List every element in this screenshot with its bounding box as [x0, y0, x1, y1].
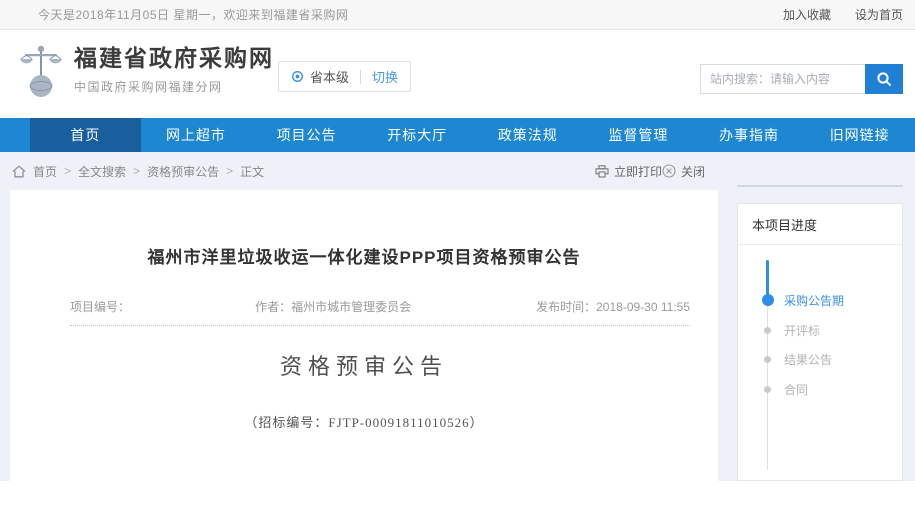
switch-region-link[interactable]: 切换	[372, 67, 398, 86]
project-number-label: 项目编号：	[70, 298, 130, 315]
bid-number-line: （招标编号：FJTP-00091811010526）	[10, 412, 718, 431]
nav-item-home[interactable]: 首页	[30, 118, 141, 152]
nav-item-policies[interactable]: 政策法规	[473, 118, 584, 152]
document-heading: 资格预审公告	[10, 352, 718, 382]
article-meta: 项目编号： 作者：福州市城市管理委员会 发布时间：2018-09-30 11:5…	[70, 298, 690, 326]
search-icon	[876, 71, 893, 88]
publish-time: 发布时间：2018-09-30 11:55	[536, 298, 690, 315]
search-input[interactable]	[700, 64, 865, 94]
breadcrumb-prequalification[interactable]: 资格预审公告	[147, 163, 219, 180]
add-favorite-link[interactable]: 加入收藏	[783, 6, 831, 23]
progress-step-bid-evaluation: 开评标	[738, 322, 902, 338]
content-zone: 首页 > 全文搜索 > 资格预审公告 > 正文 立即打印	[0, 152, 915, 481]
breadcrumb-fulltext-search[interactable]: 全文搜索	[78, 163, 126, 180]
breadcrumb-current: 正文	[240, 163, 264, 180]
step-dot-icon	[764, 327, 771, 334]
step-dot-icon	[762, 294, 774, 306]
printer-icon	[595, 165, 609, 178]
breadcrumb-separator: >	[133, 164, 140, 178]
step-dot-icon	[764, 386, 771, 393]
home-icon	[12, 165, 26, 178]
print-label: 立即打印	[614, 163, 662, 180]
site-search	[700, 64, 903, 94]
breadcrumb-home[interactable]: 首页	[33, 163, 57, 180]
sidebar-divider	[737, 185, 903, 187]
step-label: 开评标	[784, 322, 820, 339]
step-label: 合同	[784, 381, 808, 398]
set-homepage-link[interactable]: 设为首页	[855, 6, 903, 23]
topbar-links: 加入收藏 设为首页	[783, 6, 903, 23]
progress-panel: 本项目进度 采购公告期 开评标 结果公告 合同	[737, 203, 903, 481]
close-button[interactable]: 关闭	[662, 152, 705, 190]
nav-item-bid-opening-hall[interactable]: 开标大厅	[362, 118, 473, 152]
article-author: 作者：福州市城市管理委员会	[255, 298, 411, 315]
nav-item-old-site-link[interactable]: 旧网链接	[804, 118, 915, 152]
progress-panel-title: 本项目进度	[738, 204, 902, 245]
progress-step-contract: 合同	[738, 381, 902, 397]
page: 今天是2018年11月05日 星期一，欢迎来到福建省采购网 加入收藏 设为首页	[0, 0, 915, 519]
close-label: 关闭	[681, 163, 705, 180]
nav-item-service-guide[interactable]: 办事指南	[694, 118, 805, 152]
site-logo-link[interactable]: 福建省政府采购网 中国政府采购网福建分网	[18, 43, 274, 104]
article-title: 福州市洋里垃圾收运一体化建设PPP项目资格预审公告	[10, 246, 718, 270]
step-label: 结果公告	[784, 351, 832, 368]
region-selector: 省本级 切换	[278, 61, 411, 92]
nav-item-online-mall[interactable]: 网上超市	[141, 118, 252, 152]
site-name: 福建省政府采购网	[74, 43, 274, 73]
site-header: 福建省政府采购网 中国政府采购网福建分网 省本级 切换	[0, 31, 915, 118]
current-region-label: 省本级	[310, 67, 349, 86]
location-pin-icon	[291, 70, 304, 83]
breadcrumb: 首页 > 全文搜索 > 资格预审公告 > 正文	[12, 163, 264, 180]
scales-logo-icon	[18, 43, 64, 104]
close-icon	[662, 164, 676, 178]
brand-text: 福建省政府采购网 中国政府采购网福建分网	[74, 43, 274, 95]
topbar: 今天是2018年11月05日 星期一，欢迎来到福建省采购网 加入收藏 设为首页	[0, 0, 915, 30]
main-nav: 首页 网上超市 项目公告 开标大厅 政策法规 监督管理 办事指南 旧网链接	[0, 118, 915, 152]
nav-item-supervision[interactable]: 监督管理	[583, 118, 694, 152]
breadcrumb-separator: >	[64, 164, 71, 178]
breadcrumb-separator: >	[226, 164, 233, 178]
step-dot-icon	[764, 356, 771, 363]
site-subtitle: 中国政府采购网福建分网	[74, 78, 274, 95]
divider	[360, 70, 361, 84]
welcome-text: 今天是2018年11月05日 星期一，欢迎来到福建省采购网	[38, 6, 348, 23]
progress-step-result-notice: 结果公告	[738, 351, 902, 367]
print-button[interactable]: 立即打印	[595, 152, 662, 190]
nav-item-project-notices[interactable]: 项目公告	[251, 118, 362, 152]
progress-timeline: 采购公告期 开评标 结果公告 合同	[738, 245, 902, 481]
article-panel: 福州市洋里垃圾收运一体化建设PPP项目资格预审公告 项目编号： 作者：福州市城市…	[10, 190, 718, 481]
step-label: 采购公告期	[784, 292, 844, 309]
progress-step-announcement: 采购公告期	[738, 292, 902, 308]
search-button[interactable]	[865, 64, 903, 94]
